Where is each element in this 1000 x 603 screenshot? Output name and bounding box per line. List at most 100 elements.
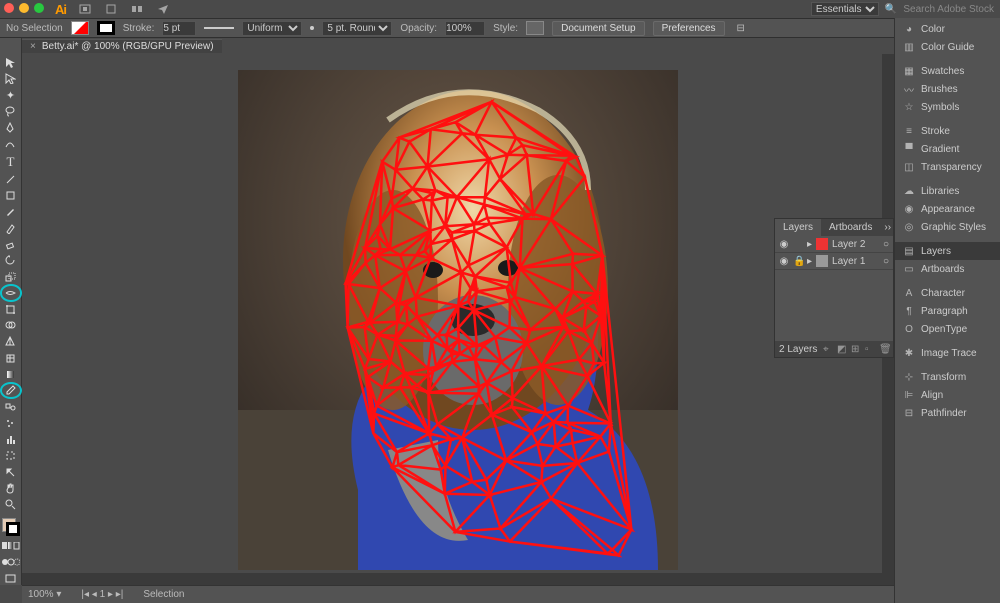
panel-graphic-styles[interactable]: ◎Graphic Styles [895, 218, 1000, 236]
triangle-mesh-artwork[interactable] [238, 70, 678, 570]
panel-paragraph[interactable]: ¶Paragraph [895, 302, 1000, 320]
locate-layer-icon[interactable]: ⌖ [823, 344, 833, 354]
lock-icon[interactable]: 🔒 [793, 256, 803, 267]
layers-panel: Layers Artboards ››≡ ◉▸Layer 2○◉🔒▸Layer … [774, 218, 894, 358]
panel-stroke[interactable]: ≡Stroke [895, 122, 1000, 140]
tool-curvature[interactable] [2, 137, 20, 150]
workspace-select[interactable]: Essentials [811, 2, 879, 16]
panel-pathfinder[interactable]: ⊟Pathfinder [895, 404, 1000, 422]
tool-lasso[interactable] [2, 105, 20, 118]
artboards-tab[interactable]: Artboards [821, 219, 880, 236]
document-setup-button[interactable]: Document Setup [552, 21, 645, 36]
layer-name[interactable]: Layer 1 [832, 256, 865, 267]
tool-artboard[interactable] [2, 449, 20, 462]
panel-image-trace[interactable]: ✱Image Trace [895, 344, 1000, 362]
tool-free-transform[interactable] [2, 303, 20, 316]
make-clip-icon[interactable]: ◩ [837, 344, 847, 354]
panel-opentype[interactable]: OOpenType [895, 320, 1000, 338]
align-icon[interactable]: ⊟ [737, 23, 745, 34]
panel-brushes[interactable]: 〰Brushes [895, 80, 1000, 98]
preferences-button[interactable]: Preferences [653, 21, 725, 36]
layer-name[interactable]: Layer 2 [832, 239, 865, 250]
panel-libraries[interactable]: ☁Libraries [895, 182, 1000, 200]
brush-select[interactable]: 5 pt. Round [322, 21, 392, 36]
tool-pencil[interactable] [2, 221, 20, 234]
new-layer-icon[interactable]: ▫ [865, 344, 875, 354]
panel-align[interactable]: ⊫Align [895, 386, 1000, 404]
tool-column-graph[interactable] [2, 433, 20, 446]
expand-icon[interactable]: ▸ [807, 256, 812, 267]
tool-line[interactable] [2, 173, 20, 186]
draw-mode[interactable] [2, 556, 20, 569]
tool-blend[interactable] [2, 400, 20, 413]
tool-scale[interactable] [2, 270, 20, 283]
new-sublayer-icon[interactable]: ⊞ [851, 344, 861, 354]
close-tab-icon[interactable]: × [30, 41, 36, 52]
zoom-window[interactable] [34, 3, 44, 13]
tool-slice[interactable] [2, 465, 20, 478]
stroke-profile-select[interactable]: Uniform [242, 21, 302, 36]
delete-layer-icon[interactable]: 🗑 [879, 344, 889, 354]
panel-color[interactable]: ◕Color [895, 20, 1000, 38]
send-icon[interactable] [156, 2, 170, 16]
tool-magic-wand[interactable]: ✦ [2, 89, 20, 102]
target-icon[interactable]: ○ [883, 256, 889, 267]
layers-tab[interactable]: Layers [775, 219, 821, 236]
tool-eyedropper[interactable] [2, 384, 20, 397]
tool-zoom[interactable] [2, 498, 20, 511]
layer-row[interactable]: ◉ ▸ Layer 2 ○ [775, 236, 893, 253]
document-tab[interactable]: × Betty.ai* @ 100% (RGB/GPU Preview) [22, 39, 222, 53]
close-window[interactable] [4, 3, 14, 13]
target-icon[interactable]: ○ [883, 239, 889, 250]
stock-icon[interactable] [104, 2, 118, 16]
expand-icon[interactable]: ▸ [807, 239, 812, 250]
tool-mesh[interactable] [2, 352, 20, 365]
layer-row[interactable]: ◉ 🔒 ▸ Layer 1 ○ [775, 253, 893, 270]
tool-direct-selection[interactable] [2, 72, 20, 85]
panel-transform[interactable]: ⊹Transform [895, 368, 1000, 386]
tool-gradient[interactable] [2, 368, 20, 381]
panel-swatches[interactable]: ▦Swatches [895, 62, 1000, 80]
zoom-level[interactable]: 100% [28, 589, 54, 600]
color-mode[interactable] [2, 539, 20, 552]
tool-hand[interactable] [2, 482, 20, 495]
stroke-weight-input[interactable] [162, 21, 196, 36]
tool-rotate[interactable] [2, 254, 20, 267]
arrange-icon[interactable] [130, 2, 144, 16]
artboard-nav[interactable]: |◂ ◂ 1 ▸ ▸| [81, 589, 123, 600]
tool-paintbrush[interactable] [2, 205, 20, 218]
search-placeholder[interactable]: Search Adobe Stock [903, 4, 994, 15]
minimize-window[interactable] [19, 3, 29, 13]
tool-type[interactable]: T [2, 154, 20, 170]
panel-gradient[interactable]: ▀Gradient [895, 140, 1000, 158]
tool-pen[interactable] [2, 121, 20, 134]
fill-swatch[interactable] [71, 21, 89, 35]
style-swatch[interactable] [526, 21, 544, 35]
tool-selection[interactable] [2, 56, 20, 69]
bridge-icon[interactable] [78, 2, 92, 16]
tool-symbol-sprayer[interactable] [2, 417, 20, 430]
visibility-toggle-icon[interactable]: ◉ [779, 239, 789, 250]
stroke-swatch[interactable] [97, 21, 115, 35]
panel-layers[interactable]: ▤Layers [895, 242, 1000, 260]
tool-rectangle[interactable] [2, 189, 20, 202]
tool-eraser[interactable] [2, 238, 20, 251]
stroke-profile-preview[interactable] [204, 27, 234, 29]
panel-artboards[interactable]: ▭Artboards [895, 260, 1000, 278]
canvas-area[interactable] [22, 54, 894, 585]
panel-appearance[interactable]: ◉Appearance [895, 200, 1000, 218]
tool-shape-builder[interactable] [2, 319, 20, 332]
tool-width[interactable] [2, 286, 20, 299]
search-icon[interactable]: 🔍 [885, 4, 897, 15]
panel-collapse-icon[interactable]: ›› [884, 222, 891, 233]
fill-stroke-indicator[interactable] [2, 518, 20, 536]
artboard[interactable] [238, 70, 678, 570]
visibility-toggle-icon[interactable]: ◉ [779, 256, 789, 267]
tool-perspective[interactable] [2, 335, 20, 348]
screen-mode[interactable] [2, 572, 20, 585]
panel-color-guide[interactable]: ▥Color Guide [895, 38, 1000, 56]
opacity-input[interactable] [445, 21, 485, 36]
panel-character[interactable]: ACharacter [895, 284, 1000, 302]
panel-symbols[interactable]: ☆Symbols [895, 98, 1000, 116]
panel-transparency[interactable]: ◫Transparency [895, 158, 1000, 176]
